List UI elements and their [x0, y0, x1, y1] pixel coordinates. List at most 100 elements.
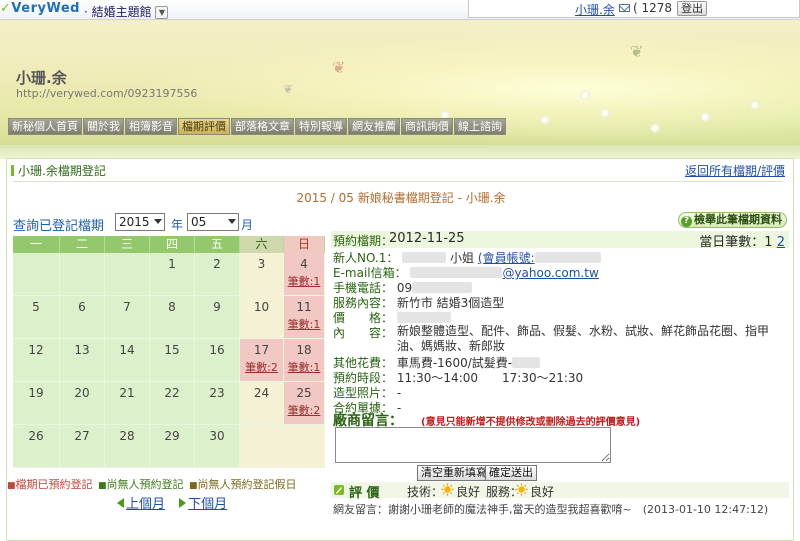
calendar-empty-cell	[60, 253, 105, 296]
nav-blog[interactable]: 部落格文章	[231, 118, 294, 135]
redacted-phone	[412, 282, 473, 293]
calendar-day[interactable]: 25 筆數:2	[284, 382, 325, 425]
nav-special[interactable]: 特別報導	[295, 118, 347, 135]
calendar-day: 14	[105, 339, 150, 382]
calendar-day[interactable]: 11 筆數:1	[284, 296, 325, 339]
calendar-week: 19 20 21 22 23 24 25 筆數:2	[13, 382, 325, 425]
flower-decoration	[750, 100, 760, 110]
booking-count-link[interactable]: 筆數:2	[240, 359, 283, 375]
month-select[interactable]: 05	[187, 213, 239, 231]
prev-month-text: 上個月	[126, 497, 166, 512]
username-link[interactable]: 小珊.余	[575, 1, 615, 18]
year-select[interactable]: 2015	[115, 213, 165, 231]
site-url[interactable]: http://verywed.com/0923197556	[16, 87, 197, 100]
service-value: 新竹市 結婚3個造型	[396, 296, 505, 310]
date-label: 預約檔期：	[333, 234, 394, 248]
user-box: 小珊.余 ( 1278 ) 登出	[468, 0, 800, 18]
vendor-message-input[interactable]	[335, 427, 611, 463]
nav-album[interactable]: 相簿影音	[125, 118, 177, 135]
day-number: 11	[296, 300, 312, 314]
rating-tech-label: 技術：	[407, 485, 444, 499]
calendar-day: 30	[195, 425, 240, 468]
day-number: 2	[213, 257, 221, 271]
logo-text: VeryWed	[11, 1, 80, 16]
calendar-day: 10	[240, 296, 284, 339]
day-number: 5	[32, 300, 40, 314]
day-number: 17	[253, 343, 270, 357]
nav-schedule[interactable]: 檔期評價	[178, 118, 230, 135]
arrow-left-icon	[117, 498, 124, 508]
calendar-day: 23	[195, 382, 240, 425]
day-number: 19	[28, 386, 44, 400]
calendar-week: 1 2 3 4 筆數:1	[13, 253, 325, 296]
member-link[interactable]: (會員帳號:	[478, 251, 535, 265]
schedule-subtitle: 2015 / 05 新娘秘書檔期登記 - 小珊.余	[296, 191, 506, 205]
booking-count-link[interactable]: 筆數:1	[284, 316, 324, 332]
content-value: 新娘整體造型、配件、飾品、假髮、水粉、試妝、鮮花飾品花圈、指甲油、媽媽妝、新郎妝	[397, 324, 770, 353]
section-title: 小珊.余檔期登記	[11, 162, 106, 179]
day-number: 6	[78, 300, 86, 314]
report-button[interactable]: ? 檢舉此筆檔期資料	[678, 212, 787, 228]
calendar: 一 二 三 四 五 六 日 1 2 3 4 筆數:1 5 6 7 8 9 10 11 筆數:1 12 13 1…	[13, 236, 325, 468]
month-value: 05	[191, 215, 207, 229]
next-month-link[interactable]: 下個月	[179, 497, 227, 512]
flower-decoration	[580, 90, 590, 100]
day-number: 24	[253, 386, 270, 400]
redacted-price	[396, 312, 451, 323]
booking-count-link[interactable]: 筆數:1	[284, 359, 324, 375]
nav-inquiry[interactable]: 商訊詢價	[401, 118, 453, 135]
next-month-text: 下個月	[188, 497, 228, 512]
calendar-day: 12	[13, 339, 60, 382]
calendar-day[interactable]: 4 筆數:1	[284, 253, 325, 296]
calendar-day: 13	[60, 339, 105, 382]
butterfly-icon: ❦	[332, 58, 346, 77]
calendar-week: 12 13 14 15 16 17 筆數:2 18 筆數:1	[13, 339, 325, 382]
clear-button[interactable]: 清空重新填寫	[417, 465, 491, 481]
back-link[interactable]: 返回所有檔期/評價	[685, 162, 785, 179]
content-label: 內 容：	[333, 326, 394, 340]
calendar-legend: ■檔期已預約登記 ■尚無人預約登記 ■尚無人預約登記假日	[7, 476, 337, 492]
calendar-day[interactable]: 18 筆數:1	[284, 339, 325, 382]
day-count-page-1[interactable]: 1	[764, 235, 772, 250]
booking-count-link[interactable]: 筆數:1	[284, 273, 324, 289]
chevron-down-icon	[154, 219, 162, 224]
day-number: 29	[164, 429, 180, 443]
logout-button[interactable]: 登出	[677, 1, 707, 16]
prev-month-link[interactable]: 上個月	[117, 497, 165, 512]
nav-consult[interactable]: 線上諮詢	[454, 118, 506, 135]
site-logo[interactable]: ✓VeryWed	[0, 1, 80, 16]
calendar-day: 21	[105, 382, 150, 425]
day-number: 8	[168, 300, 176, 314]
time-value: 11:30～14:00 17:30～21:30	[396, 371, 584, 385]
butterfly-icon: ❦	[630, 42, 644, 61]
pen-icon	[334, 485, 344, 495]
phone-value: 09	[396, 281, 413, 295]
content-row: 內 容：	[333, 324, 393, 341]
weekday-sat: 六	[240, 236, 284, 253]
chevron-down-icon	[228, 219, 236, 224]
booking-count-link[interactable]: 筆數:2	[284, 402, 324, 418]
redacted-email	[410, 267, 503, 278]
calendar-day: 24	[240, 382, 284, 425]
theme-menu[interactable]: · 結婚主題館 ▼	[84, 3, 169, 20]
day-number: 27	[74, 429, 90, 443]
calendar-empty-cell	[284, 425, 325, 468]
nav-home[interactable]: 新秘個人首頁	[8, 118, 82, 135]
calendar-day[interactable]: 17 筆數:2	[240, 339, 284, 382]
calendar-day: 28	[105, 425, 150, 468]
nav-about[interactable]: 關於我	[83, 118, 124, 135]
rating-service-value: 良好	[530, 485, 555, 499]
top-bar: ✓VeryWed · 結婚主題館 ▼ 小珊.余 ( 1278 ) 登出	[0, 0, 800, 20]
calendar-week: 5 6 7 8 9 10 11 筆數:1	[13, 296, 325, 339]
year-value: 2015	[119, 215, 150, 229]
banner: ❦ ❦ ❦ 小珊.余 http://verywed.com/0923197556…	[0, 20, 800, 145]
chevron-down-icon[interactable]: ▼	[155, 6, 169, 19]
mail-count[interactable]: ( 1278 )	[633, 1, 681, 15]
submit-button[interactable]: 確定送出	[485, 465, 537, 481]
day-count-page-2[interactable]: 2	[777, 235, 785, 250]
email-link[interactable]: @yahoo.com.tw	[502, 266, 598, 280]
mail-icon[interactable]	[619, 4, 630, 12]
vendor-message-note: (意見只能新增不提供修改或刪除過去的評價意見)	[421, 417, 641, 428]
nav-recommend[interactable]: 網友推薦	[348, 118, 400, 135]
day-number: 26	[28, 429, 44, 443]
